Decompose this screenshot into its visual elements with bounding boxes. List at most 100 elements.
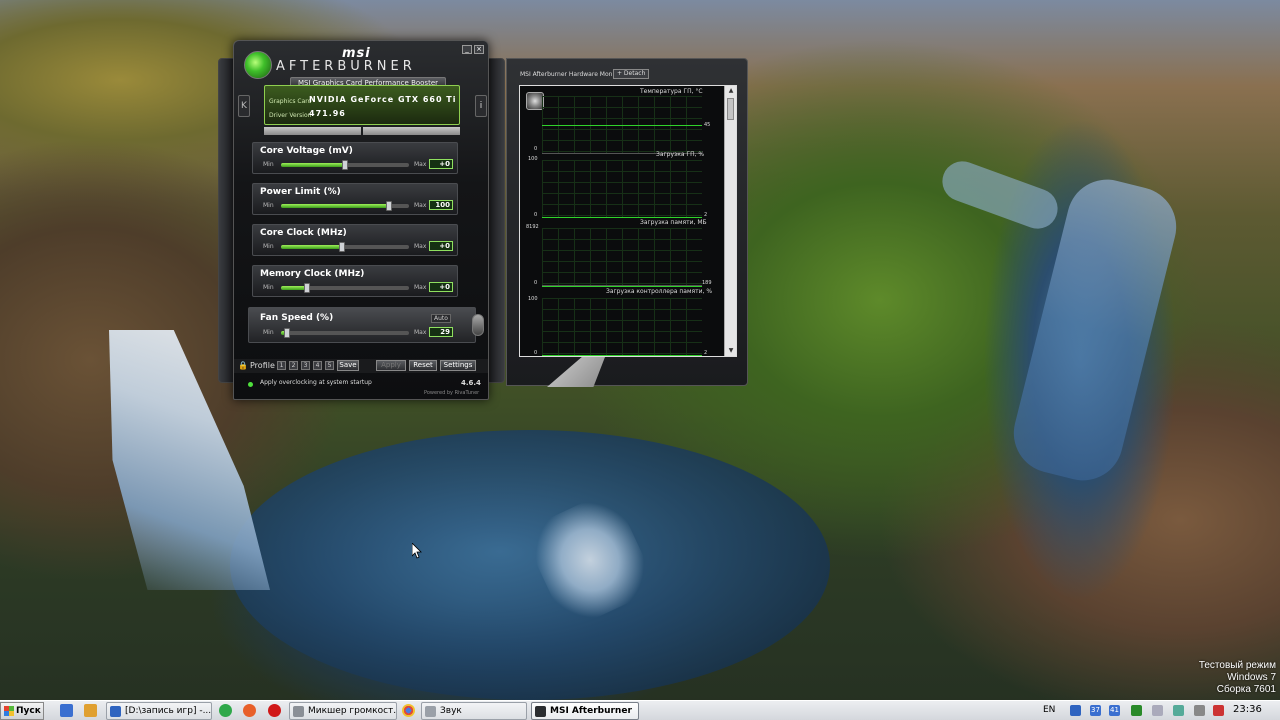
taskbar-item-explorer[interactable]: [D:\запись игр] -... xyxy=(106,702,212,720)
taskbar-item-volume-mixer[interactable]: Микшер громкост... xyxy=(289,702,397,720)
profile-slot-2[interactable]: 2 xyxy=(289,361,298,370)
slider-title: Core Clock (MHz) xyxy=(260,228,347,238)
tray-nvidia-icon[interactable] xyxy=(1131,705,1142,716)
slider-fan-speed[interactable]: Fan Speed (%) Auto Min Max 29 xyxy=(248,307,476,343)
hardware-monitor-window[interactable]: MSI Afterburner Hardware Monitor + Detac… xyxy=(506,58,748,387)
tray-counter-2[interactable]: 41 xyxy=(1109,705,1120,716)
graph-label: Температура ГП, °C xyxy=(640,88,703,95)
slider-memory-clock[interactable]: Memory Clock (MHz) Min Max +0 xyxy=(252,265,458,297)
scroll-down-icon[interactable]: ▼ xyxy=(725,346,737,356)
profile-slot-3[interactable]: 3 xyxy=(301,361,310,370)
test-mode-watermark: Тестовый режим Windows 7 Сборка 7601 xyxy=(1199,660,1276,696)
slider-core-voltage[interactable]: Core Voltage (mV) Min Max +0 xyxy=(252,142,458,174)
scroll-up-icon[interactable]: ▲ xyxy=(725,86,737,96)
profile-label: Profile xyxy=(250,361,275,370)
clock[interactable]: 23:36 xyxy=(1233,704,1262,715)
watermark-line-1: Тестовый режим xyxy=(1198,660,1276,671)
slider-min-label: Min xyxy=(263,243,274,250)
start-button[interactable]: Пуск xyxy=(0,702,44,720)
slider-min-label: Min xyxy=(263,284,274,291)
quicklaunch-tool-icon[interactable] xyxy=(84,704,97,717)
slider-knob[interactable] xyxy=(339,242,346,252)
slider-track[interactable] xyxy=(281,242,409,252)
slider-knob[interactable] xyxy=(303,283,310,293)
startup-checkbox-label[interactable]: Apply overclocking at system startup xyxy=(260,379,372,386)
minimize-button[interactable]: _ xyxy=(462,45,472,54)
startup-indicator-icon[interactable] xyxy=(248,382,253,387)
close-button[interactable]: × xyxy=(474,45,484,54)
slider-value[interactable]: +0 xyxy=(429,282,453,292)
slider-track[interactable] xyxy=(281,160,409,170)
slider-min-label: Min xyxy=(263,202,274,209)
slider-track[interactable] xyxy=(281,283,409,293)
graphics-card-value: NVIDIA GeForce GTX 660 Ti xyxy=(309,95,457,104)
graph-current-value: 2 xyxy=(704,350,708,356)
lock-icon[interactable]: 🔒 xyxy=(238,361,248,370)
slider-core-clock[interactable]: Core Clock (MHz) Min Max +0 xyxy=(252,224,458,256)
product-title: AFTERBURNER xyxy=(276,59,416,74)
detach-button[interactable]: + Detach xyxy=(613,69,650,79)
task-label: Звук xyxy=(440,706,462,716)
start-label: Пуск xyxy=(16,706,41,716)
panel-tab-left[interactable] xyxy=(264,127,361,135)
slider-value[interactable]: +0 xyxy=(429,241,453,251)
monitor-graph-area[interactable]: Температура ГП, °C 45 0 100 Загрузка ГП,… xyxy=(519,85,737,357)
graph-top-tick: 8192 xyxy=(526,224,539,230)
language-indicator[interactable]: EN xyxy=(1043,705,1055,715)
slider-track[interactable] xyxy=(281,201,409,211)
slider-knob[interactable] xyxy=(385,201,392,211)
monitor-foot-decoration xyxy=(547,357,605,387)
panel-tab-right[interactable] xyxy=(363,127,460,135)
reset-button[interactable]: Reset xyxy=(409,360,437,371)
taskbar-item-sound[interactable]: Звук xyxy=(421,702,527,720)
profile-slot-5[interactable]: 5 xyxy=(325,361,334,370)
graph-grid xyxy=(542,228,702,286)
graph-top-tick: 100 xyxy=(528,156,538,162)
slider-value[interactable]: 100 xyxy=(429,200,453,210)
save-button[interactable]: Save xyxy=(337,360,359,371)
tray-volume-icon[interactable] xyxy=(1152,705,1163,716)
slider-power-limit[interactable]: Power Limit (%) Min Max 100 xyxy=(252,183,458,215)
profile-slot-4[interactable]: 4 xyxy=(313,361,322,370)
slider-max-label: Max xyxy=(414,243,427,250)
tray-settings-icon[interactable] xyxy=(1194,705,1205,716)
tray-flag-icon[interactable] xyxy=(1213,705,1224,716)
settings-button[interactable]: Settings xyxy=(440,360,476,371)
graphics-card-label: Graphics Card xyxy=(269,98,312,105)
tray-counter-1[interactable]: 37 xyxy=(1090,705,1101,716)
tray-network-icon[interactable] xyxy=(1173,705,1184,716)
quicklaunch-green-icon[interactable] xyxy=(219,704,232,717)
slider-value[interactable]: +0 xyxy=(429,159,453,169)
wallpaper-pool xyxy=(230,430,830,700)
profile-slot-1[interactable]: 1 xyxy=(277,361,286,370)
afterburner-window[interactable]: msi AFTERBURNER _ × MSI Graphics Card Pe… xyxy=(233,40,489,400)
tray-monitor-icon[interactable] xyxy=(1070,705,1081,716)
chrome-icon[interactable] xyxy=(402,704,415,717)
graph-line xyxy=(542,217,702,218)
driver-version-label: Driver Version xyxy=(269,112,312,119)
fan-toggle-icon[interactable] xyxy=(472,314,484,336)
skin-nav-left-button[interactable]: K xyxy=(238,95,250,117)
fan-auto-button[interactable]: Auto xyxy=(431,314,451,323)
slider-fill xyxy=(281,204,389,208)
info-button[interactable]: i xyxy=(475,95,487,117)
powered-by-label: Powered by RivaTuner xyxy=(424,390,480,396)
graph-label: Загрузка ГП, % xyxy=(656,151,705,158)
monitor-scrollbar[interactable]: ▲ ▼ xyxy=(724,86,736,356)
graph-current-value: 45 xyxy=(704,122,711,128)
apply-button[interactable]: Apply xyxy=(376,360,406,371)
firefox-icon[interactable] xyxy=(243,704,256,717)
slider-knob[interactable] xyxy=(284,328,291,338)
graph-current-value: 189 xyxy=(702,280,712,286)
show-desktop-icon[interactable] xyxy=(60,704,73,717)
slider-track[interactable] xyxy=(281,328,409,338)
opera-icon[interactable] xyxy=(268,704,281,717)
slider-fill xyxy=(281,163,345,167)
msi-logo-icon xyxy=(244,51,272,79)
scroll-thumb[interactable] xyxy=(727,98,734,120)
slider-knob[interactable] xyxy=(342,160,348,170)
slider-value[interactable]: 29 xyxy=(429,327,453,337)
graph-label: Загрузка памяти, МБ xyxy=(640,219,707,226)
taskbar-item-msi-afterburner[interactable]: MSI Afterburner xyxy=(531,702,639,720)
task-label: [D:\запись игр] -... xyxy=(125,706,212,716)
